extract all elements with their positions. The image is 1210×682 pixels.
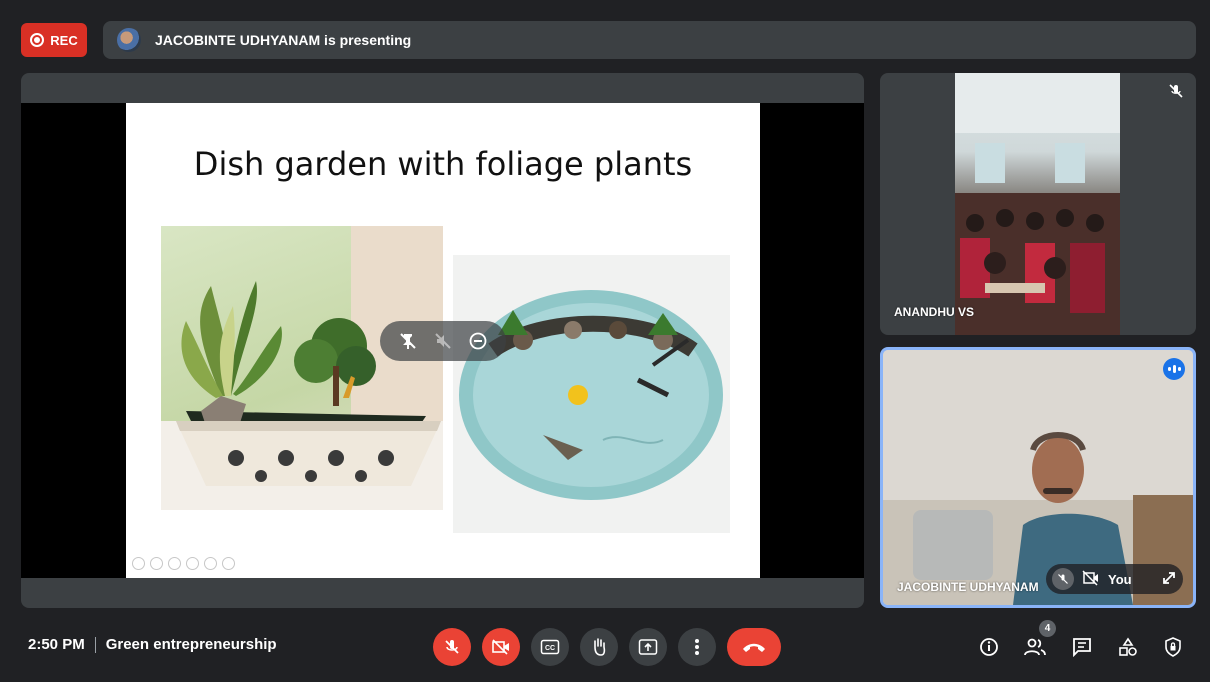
presentation-tile[interactable]: Dish garden with foliage plants xyxy=(21,73,864,608)
slide-photo-planter xyxy=(161,226,443,510)
more-slide-icon[interactable] xyxy=(222,557,235,570)
speaking-indicator-icon xyxy=(1163,358,1185,380)
leave-call-button[interactable] xyxy=(727,628,781,666)
pin-icon[interactable] xyxy=(397,330,419,352)
present-icon xyxy=(638,639,658,655)
meeting-details: 2:50 PM Green entrepreneurship xyxy=(28,636,277,653)
host-controls-icon xyxy=(1165,637,1181,657)
mic-toggle-button[interactable] xyxy=(433,628,471,666)
chat-icon xyxy=(1073,638,1091,657)
rec-label: REC xyxy=(50,32,78,48)
captions-button[interactable]: CC xyxy=(531,628,569,666)
slide-photo-zen-tray xyxy=(453,255,730,533)
activities-icon xyxy=(1119,637,1137,656)
camera-toggle-button[interactable] xyxy=(482,628,520,666)
mute-icon[interactable] xyxy=(432,330,454,352)
people-icon xyxy=(1024,638,1046,656)
slide-title: Dish garden with foliage plants xyxy=(193,145,693,183)
pen-icon[interactable] xyxy=(168,557,181,570)
meet-window: REC JACOBINTE UDHYANAM is presenting Dis… xyxy=(0,0,1210,682)
present-now-button[interactable] xyxy=(629,628,667,666)
more-options-icon xyxy=(695,639,699,655)
hang-up-icon xyxy=(743,643,765,652)
meeting-title: Green entrepreneurship xyxy=(105,636,277,653)
slides-icon[interactable] xyxy=(186,557,199,570)
host-controls-button[interactable] xyxy=(1162,636,1184,658)
people-count-badge: 4 xyxy=(1039,620,1056,637)
next-slide-icon[interactable] xyxy=(150,557,163,570)
prev-slide-icon[interactable] xyxy=(132,557,145,570)
camera-off-icon[interactable] xyxy=(1082,569,1100,589)
presenting-banner: JACOBINTE UDHYANAM is presenting xyxy=(103,21,1196,59)
zoom-icon[interactable] xyxy=(204,557,217,570)
raise-hand-button[interactable] xyxy=(580,628,618,666)
mic-off-icon[interactable] xyxy=(1052,568,1074,590)
tile-hover-controls xyxy=(380,321,506,361)
raise-hand-icon xyxy=(594,638,606,656)
captions-icon: CC xyxy=(540,639,560,655)
chat-button[interactable] xyxy=(1071,636,1093,658)
slide-nav-controls[interactable] xyxy=(132,557,235,570)
presenter-avatar xyxy=(117,28,141,52)
info-icon xyxy=(980,638,998,656)
people-button[interactable] xyxy=(1024,636,1046,658)
self-tile-controls: You xyxy=(1046,564,1183,594)
presenting-text: JACOBINTE UDHYANAM is presenting xyxy=(155,32,412,48)
divider xyxy=(94,636,96,653)
self-label: You xyxy=(1108,571,1132,587)
participant-name: ANANDHU VS xyxy=(894,305,975,319)
participant-video xyxy=(955,73,1120,335)
clock-time: 2:50 PM xyxy=(28,636,85,653)
mic-off-icon xyxy=(1168,83,1184,99)
more-options-button[interactable] xyxy=(678,628,716,666)
self-name: JACOBINTE UDHYANAM xyxy=(897,580,1039,594)
camera-off-icon xyxy=(492,639,509,655)
record-icon xyxy=(30,33,45,47)
svg-text:CC: CC xyxy=(545,645,555,652)
expand-icon[interactable] xyxy=(1161,570,1177,589)
meeting-details-button[interactable] xyxy=(978,636,1000,658)
activities-button[interactable] xyxy=(1117,636,1139,658)
remove-icon[interactable] xyxy=(467,330,489,352)
participant-tile-anandhu[interactable]: ANANDHU VS xyxy=(880,73,1196,335)
participant-tile-self[interactable]: JACOBINTE UDHYANAM You xyxy=(880,347,1196,608)
mic-off-icon xyxy=(445,640,459,654)
recording-indicator[interactable]: REC xyxy=(21,23,87,57)
